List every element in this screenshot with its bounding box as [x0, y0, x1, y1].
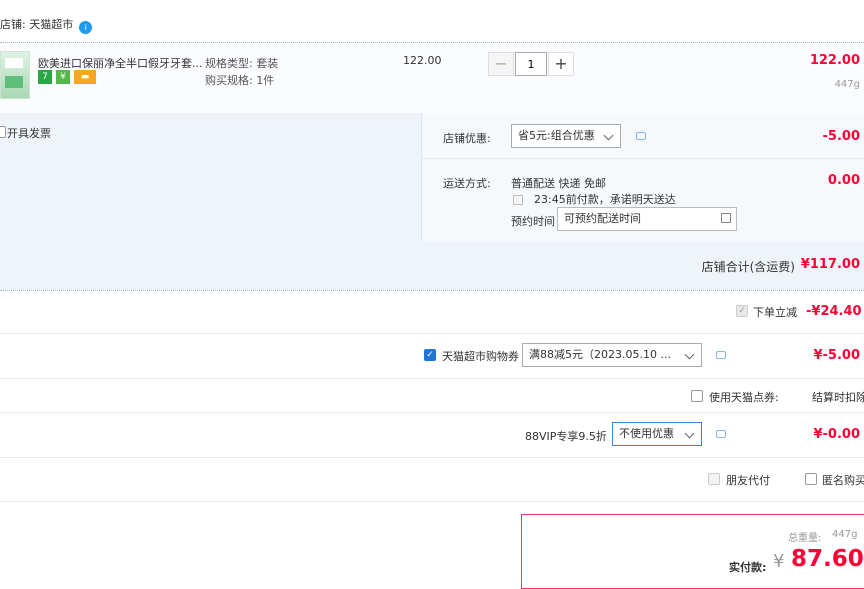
chevron-down-icon [684, 349, 695, 360]
shop-total-amount: ¥117.00 [800, 257, 860, 272]
message-icon[interactable] [716, 351, 726, 359]
vip-amount: ¥-0.00 [813, 427, 860, 442]
total-divider [0, 290, 864, 291]
shipping-amount: 0.00 [827, 173, 860, 188]
card-pay-icon: ▬ [74, 70, 96, 84]
appointment-value: 可预约配送时间 [564, 212, 641, 225]
coupon-checkbox[interactable]: ✓ [424, 349, 436, 361]
item-subtotal: 122.00 [809, 53, 860, 68]
delivery-promise: 23:45前付款，承诺明天送达 [534, 193, 676, 206]
coupon-amount: ¥-5.00 [813, 348, 860, 363]
row-divider [0, 457, 864, 458]
friend-pay-label[interactable]: 朋友代付 [726, 472, 770, 488]
item-weight: 447g [834, 79, 860, 90]
coupon-label[interactable]: 天猫超市购物券 [442, 348, 519, 364]
row-divider [0, 501, 864, 502]
appointment-date-picker[interactable]: 可预约配送时间 [557, 207, 737, 231]
coupon-select[interactable]: 满88减5元（2023.05.10 ... [522, 343, 702, 367]
instant-discount-checkbox: ✓ [736, 305, 748, 317]
message-icon[interactable] [636, 132, 646, 140]
currency-symbol: ¥ [773, 551, 785, 572]
vip-label: 88VIP专享9.5折 [525, 430, 607, 443]
points-note: 结算时扣除 [812, 391, 864, 404]
shop-header: 店铺: 天猫超市 i [0, 16, 93, 34]
wangwang-chat-icon[interactable]: i [79, 21, 93, 34]
shipping-method: 普通配送 快递 免邮 [511, 177, 606, 190]
friend-pay-checkbox[interactable] [708, 473, 720, 485]
message-icon[interactable] [716, 430, 726, 438]
vip-select[interactable]: 不使用优惠 [612, 422, 702, 446]
invoice-label[interactable]: 开具发票 [7, 125, 51, 141]
quantity-input[interactable] [515, 52, 547, 76]
quantity-increase-button[interactable]: + [548, 52, 574, 76]
shop-name[interactable]: 店铺: 天猫超市 [0, 18, 73, 31]
row-divider [0, 333, 864, 334]
vip-value: 不使用优惠 [619, 427, 674, 440]
row-divider [0, 412, 864, 413]
total-weight-label: 总重量: [788, 533, 822, 544]
invoice-checkbox[interactable] [0, 126, 6, 138]
anonymous-label[interactable]: 匿名购买 [822, 472, 864, 488]
product-thumbnail[interactable] [0, 51, 30, 99]
row-divider [0, 378, 864, 379]
points-checkbox[interactable] [691, 390, 703, 402]
service-divider [421, 158, 864, 159]
pay-amount: 87.60 [791, 546, 864, 572]
instant-discount-amount: -¥24.40 [806, 304, 862, 319]
quantity-decrease-button[interactable]: − [488, 52, 514, 76]
product-title[interactable]: 欧美进口保丽净全半口假牙牙套... [38, 55, 203, 71]
shop-discount-value: 省5元:组合优惠 [518, 129, 595, 142]
points-label[interactable]: 使用天猫点券: [709, 389, 779, 405]
chevron-down-icon [603, 130, 614, 141]
anonymous-checkbox[interactable] [805, 473, 817, 485]
seven-day-return-icon: 7 [38, 70, 52, 84]
coupon-value: 满88减5元（2023.05.10 ... [529, 348, 671, 361]
shop-discount-label: 店铺优惠: [443, 132, 491, 145]
shop-total-label: 店铺合计(含运费) [701, 260, 795, 274]
unit-price: 122.00 [403, 54, 442, 67]
pay-label: 实付款: [729, 561, 767, 574]
delivery-icon [513, 195, 523, 205]
spec-type: 规格类型: 套装 [205, 57, 279, 70]
shop-discount-amount: -5.00 [822, 129, 860, 144]
total-weight-value: 447g [832, 529, 858, 540]
appointment-label: 预约时间 [511, 215, 555, 228]
instant-discount-label: 下单立减 [753, 306, 797, 319]
shipping-label: 运送方式: [443, 177, 491, 190]
spec-buy: 购买规格: 1件 [205, 74, 275, 87]
price-protect-icon: ¥ [56, 70, 70, 84]
chevron-down-icon [684, 428, 695, 439]
calendar-icon [721, 213, 731, 223]
shop-discount-select[interactable]: 省5元:组合优惠 [511, 124, 621, 148]
